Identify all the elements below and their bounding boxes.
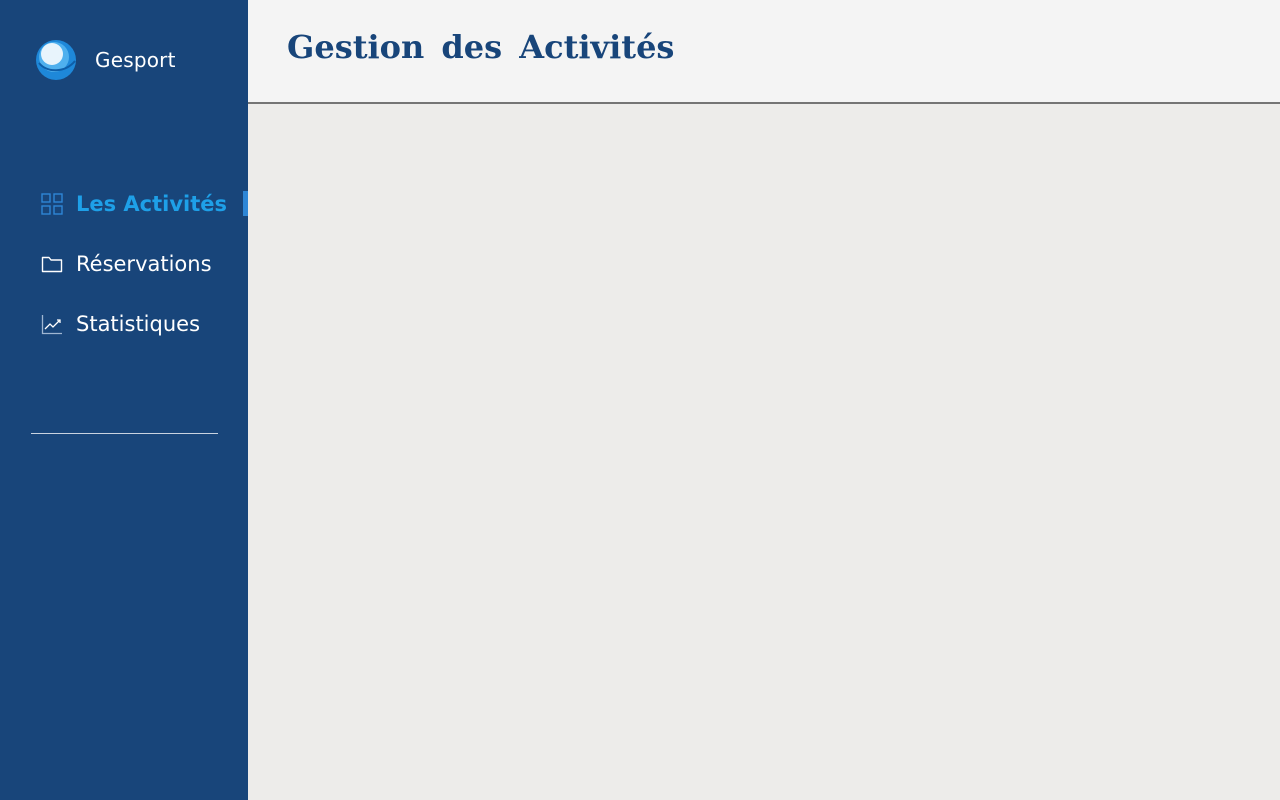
- sidebar-nav: Les Activités Réservations Statistiques: [0, 180, 248, 360]
- app-logo-icon: [36, 40, 76, 80]
- sidebar-item-label: Statistiques: [76, 312, 201, 336]
- page-title: Gestion des Activités: [287, 28, 675, 66]
- main-content: [248, 104, 1280, 800]
- chart-line-icon: [40, 312, 64, 336]
- grid-icon: [40, 192, 64, 216]
- page-header: Gestion des Activités: [248, 0, 1280, 104]
- sidebar-item-label: Les Activités: [76, 192, 228, 216]
- sidebar: Gesport Les Activités Réservations Stati…: [0, 0, 248, 800]
- sidebar-item-label: Réservations: [76, 252, 212, 276]
- sidebar-divider: [31, 433, 218, 434]
- folder-icon: [40, 252, 64, 276]
- brand[interactable]: Gesport: [35, 39, 176, 81]
- app-name: Gesport: [95, 48, 176, 72]
- sidebar-item-activites[interactable]: Les Activités: [0, 180, 248, 228]
- sidebar-item-reservations[interactable]: Réservations: [0, 240, 248, 288]
- sidebar-item-statistiques[interactable]: Statistiques: [0, 300, 248, 348]
